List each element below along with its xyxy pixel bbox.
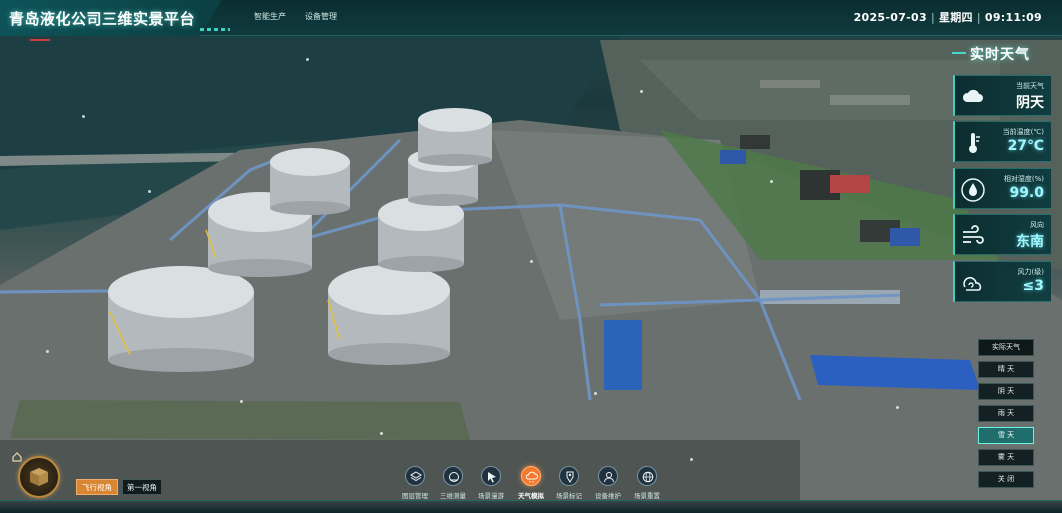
weather-panel-title: 实时天气	[970, 47, 1030, 63]
tool-scene-roam[interactable]: 场景漫游	[472, 466, 510, 500]
lng-tank	[378, 197, 464, 272]
blue-canopy	[810, 355, 980, 390]
bottom-toolbar-bar	[0, 500, 1062, 513]
tool-device-maintenance[interactable]: 设备维护	[589, 466, 627, 500]
tool-layer-management[interactable]: 图层管理	[396, 466, 434, 500]
blue-building	[604, 320, 642, 390]
home-icon[interactable]	[12, 452, 22, 462]
humidity-drop-icon	[961, 178, 985, 202]
weather-option-sunny[interactable]: 晴 天	[978, 361, 1034, 378]
weather-card-label: 当前温度(℃)	[1002, 128, 1044, 136]
weather-card-value: 27℃	[1007, 138, 1044, 154]
first-person-view-button[interactable]: 第一视角	[122, 479, 162, 495]
weather-option-actual[interactable]: 实际天气	[978, 339, 1034, 356]
flight-view-button[interactable]: 飞行视角	[76, 479, 118, 495]
current-date: 2025-07-03	[853, 11, 927, 24]
cube-view-icon	[30, 468, 48, 486]
weather-card-label: 风力(级)	[1017, 268, 1044, 276]
datetime-separator: |	[930, 11, 935, 24]
tool-circle	[443, 466, 463, 486]
weather-panel-header: 实时天气	[952, 43, 1056, 63]
weather-card-value: ≤3	[1022, 278, 1044, 294]
3d-scene-viewport[interactable]	[0, 0, 1062, 513]
weather-option-close[interactable]: 关 闭	[978, 471, 1034, 488]
header-accent-line	[952, 52, 966, 54]
tool-scene-marker[interactable]: 场景标记	[550, 466, 588, 500]
weather-option-cloudy[interactable]: 阴 天	[978, 383, 1034, 400]
wind-direction-icon	[963, 225, 984, 244]
tool-circle	[521, 466, 541, 486]
weather-card-current: 当前天气 阴天	[953, 75, 1051, 116]
weather-card-label: 当前天气	[1016, 82, 1044, 90]
thermometer-icon	[969, 133, 980, 153]
lng-tank	[108, 266, 254, 372]
weather-card-humidity: 相对湿度(%) 99.0	[953, 168, 1051, 209]
green-strip	[10, 400, 470, 440]
weather-option-snowy[interactable]: 雪 天	[978, 427, 1034, 444]
tool-circle	[637, 466, 657, 486]
tool-3d-measure[interactable]: 三维测量	[434, 466, 472, 500]
weather-option-rainy[interactable]: 雨 天	[978, 405, 1034, 422]
wind-force-icon	[963, 277, 982, 291]
maintenance-icon	[604, 472, 614, 483]
cloud-icon	[962, 89, 983, 102]
view-compass[interactable]	[18, 456, 60, 498]
reset-globe-icon	[642, 471, 654, 483]
tool-circle	[598, 466, 618, 486]
tool-weather-simulation[interactable]: 天气模拟	[512, 466, 550, 500]
current-time: 09:11:09	[984, 11, 1042, 24]
weather-card-value: 阴天	[1016, 95, 1044, 111]
tool-scene-reset[interactable]: 场景重置	[628, 466, 666, 500]
lng-tank	[328, 265, 450, 365]
title-decoration	[200, 28, 230, 31]
current-weekday: 星期四	[938, 11, 973, 24]
cursor-icon	[488, 472, 496, 483]
tool-label: 场景重置	[634, 492, 660, 500]
top-header-bar: 青岛液化公司三维实景平台 智能生产 设备管理 2025-07-03 | 星期四 | 09…	[0, 0, 1062, 36]
platform-title: 青岛液化公司三维实景平台	[9, 10, 196, 28]
scene-marker	[30, 39, 50, 41]
nav-smart-production[interactable]: 智能生产	[254, 11, 286, 22]
layers-icon	[410, 471, 422, 482]
lng-terminal-scene	[0, 36, 1062, 500]
weather-card-value: 东南	[1016, 234, 1044, 250]
tool-circle	[481, 466, 501, 486]
weather-card-wind-force: 风力(级) ≤3	[953, 261, 1051, 302]
datetime-separator: |	[976, 11, 981, 24]
tool-circle	[559, 466, 579, 486]
datetime-display: 2025-07-03 | 星期四 | 09:11:09	[854, 9, 1042, 25]
weather-card-value: 99.0	[1009, 185, 1044, 201]
marker-icon	[566, 471, 574, 483]
weather-card-temperature: 当前温度(℃) 27℃	[953, 121, 1051, 162]
weather-card-wind-direction: 风向 东南	[953, 214, 1051, 255]
tool-circle	[405, 466, 425, 486]
weather-card-label: 相对湿度(%)	[1003, 175, 1044, 183]
lng-tank	[418, 108, 492, 166]
measure-icon	[449, 472, 459, 482]
weather-card-label: 风向	[1030, 221, 1044, 229]
weather-sim-icon	[526, 471, 538, 483]
nav-device-management[interactable]: 设备管理	[305, 11, 337, 22]
lng-tank	[270, 148, 350, 215]
weather-option-foggy[interactable]: 雾 天	[978, 449, 1034, 466]
